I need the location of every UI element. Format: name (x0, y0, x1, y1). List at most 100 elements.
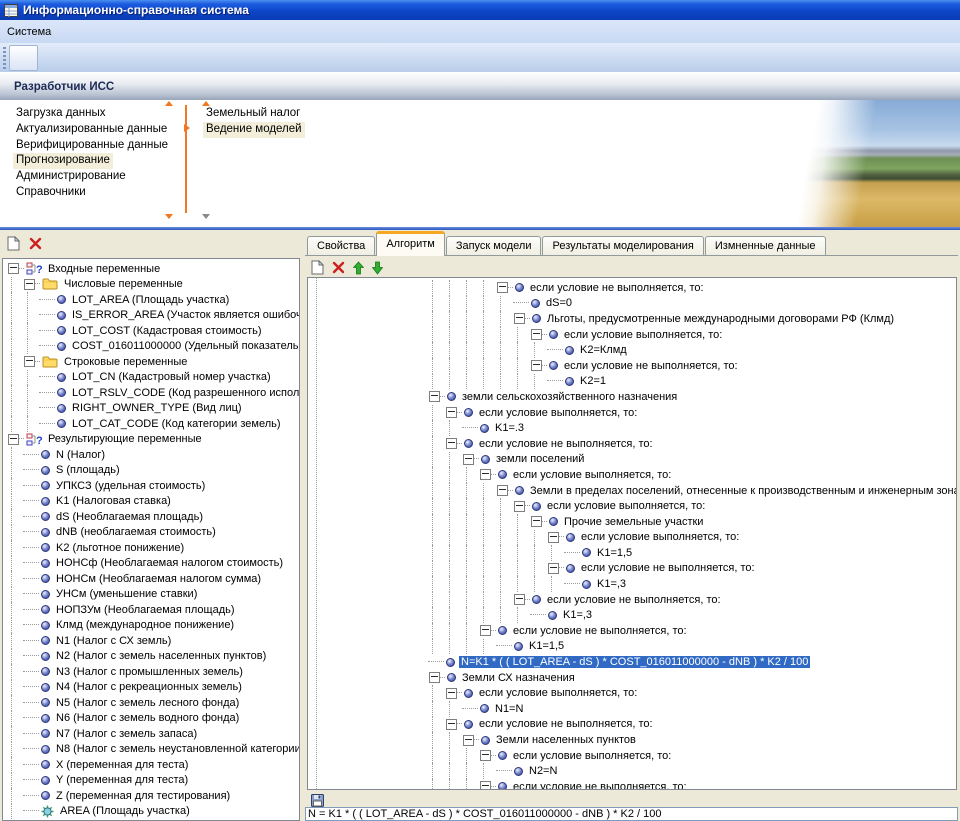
expand-collapse-box[interactable] (514, 501, 525, 512)
expand-collapse-box[interactable] (514, 594, 525, 605)
algorithm-tree-node[interactable]: если условие выполняется, то: (428, 530, 956, 546)
toolbar-grip[interactable] (3, 47, 6, 69)
menu-system[interactable]: Система (0, 24, 58, 40)
variable-tree-node[interactable]: N3 (Налог с промышленных земель) (7, 664, 299, 680)
algorithm-tree-node[interactable]: Земли в пределах поселений, отнесенные к… (428, 483, 956, 499)
new-item-icon[interactable] (7, 236, 20, 251)
variable-tree-node[interactable]: N1 (Налог с СХ земль) (7, 633, 299, 649)
expand-collapse-box[interactable] (514, 313, 525, 324)
expand-collapse-box[interactable] (480, 625, 491, 636)
tab-item[interactable]: Запуск модели (446, 236, 542, 256)
algorithm-tree-node[interactable]: если условие выполняется, то: (428, 498, 956, 514)
nav-item[interactable]: Земельный налог (203, 106, 303, 122)
variable-tree-node[interactable]: LOT_CAT_CODE (Код категории земель) (7, 416, 299, 432)
expand-collapse-box[interactable] (8, 434, 19, 445)
tab-item[interactable]: Измненные данные (705, 236, 826, 256)
variable-tree-node[interactable]: Числовые переменные (7, 277, 299, 293)
variable-tree-node[interactable]: N (Налог) (7, 447, 299, 463)
algorithm-tree-node[interactable]: K2=Клмд (428, 342, 956, 358)
expand-collapse-box[interactable] (463, 735, 474, 746)
variable-tree-node[interactable]: УНСм (уменьшение ставки) (7, 587, 299, 603)
variable-tree-node[interactable]: S (площадь) (7, 463, 299, 479)
nav-item[interactable]: Актуализированные данные (13, 122, 170, 138)
algorithm-tree-node[interactable]: K1=1,5 (428, 639, 956, 655)
algorithm-tree-node[interactable]: N2=N (428, 763, 956, 779)
variable-tree-node[interactable]: НОПЗУм (Необлагаемая площадь) (7, 602, 299, 618)
variable-tree-node[interactable]: ?Входные переменные (7, 261, 299, 277)
algorithm-tree-node[interactable]: N1=N (428, 701, 956, 717)
variable-tree-node[interactable]: IS_ERROR_AREA (Участок является ошибочны… (7, 308, 299, 324)
algorithm-tree-node[interactable]: Земли населенных пунктов (428, 732, 956, 748)
variable-tree-node[interactable]: LOT_CN (Кадастровый номер участка) (7, 370, 299, 386)
variable-tree-node[interactable]: НОНСм (Необлагаемая налогом сумма) (7, 571, 299, 587)
algorithm-tree-node[interactable]: если условие не выполняется, то: (428, 623, 956, 639)
scroll-down-icon[interactable] (202, 214, 210, 219)
variable-tree-node[interactable]: RIGHT_OWNER_TYPE (Вид лиц) (7, 401, 299, 417)
expand-collapse-box[interactable] (480, 750, 491, 761)
variable-tree-node[interactable]: K1 (Налоговая ставка) (7, 494, 299, 510)
variable-tree-node[interactable]: N2 (Налог с земель населенных пунктов) (7, 649, 299, 665)
variable-tree-node[interactable]: N8 (Налог с земель неустановленной катег… (7, 742, 299, 758)
algorithm-tree-node[interactable]: если условие выполняется, то: (428, 748, 956, 764)
tab-item[interactable]: Результаты моделирования (542, 236, 703, 256)
algorithm-tree-node[interactable]: если условие не выполняется, то: (428, 358, 956, 374)
algorithm-tree-node[interactable]: Льготы, предусмотренные международными д… (428, 311, 956, 327)
variable-tree-node[interactable]: K2 (льготное понижение) (7, 540, 299, 556)
variable-tree-node[interactable]: Y (переменная для теста) (7, 773, 299, 789)
algorithm-tree-node[interactable]: если условие не выполняется, то: (428, 280, 956, 296)
toolbar-button[interactable] (9, 45, 38, 71)
algorithm-tree-node[interactable]: земли сельскохозяйственного назначения (428, 389, 956, 405)
tab-item[interactable]: Свойства (307, 236, 375, 256)
expand-collapse-box[interactable] (446, 407, 457, 418)
algorithm-tree-node[interactable]: Прочие земельные участки (428, 514, 956, 530)
variable-tree-node[interactable]: COST_016011000000 (Удельный показатель с… (7, 339, 299, 355)
expand-collapse-box[interactable] (548, 563, 559, 574)
algorithm-tree-node[interactable]: K1=,3 (428, 607, 956, 623)
variable-tree-node[interactable]: НОНСф (Необлагаемая налогом стоимость) (7, 556, 299, 572)
variable-tree-node[interactable]: N6 (Налог с земель водного фонда) (7, 711, 299, 727)
expand-collapse-box[interactable] (8, 263, 19, 274)
nav-item[interactable]: Справочники (13, 185, 89, 201)
variable-tree-node[interactable]: УПКСЗ (удельная стоимость) (7, 478, 299, 494)
expand-collapse-box[interactable] (548, 532, 559, 543)
variable-tree-node[interactable]: dNB (необлагаемая стоимость) (7, 525, 299, 541)
algorithm-tree-node[interactable]: если условие не выполняется, то: (428, 592, 956, 608)
algorithm-tree-node[interactable]: если условие выполняется, то: (428, 685, 956, 701)
scroll-up-icon[interactable] (165, 101, 173, 106)
scroll-down-icon[interactable] (165, 214, 173, 219)
variable-tree-node[interactable]: N7 (Налог с земель запаса) (7, 726, 299, 742)
algorithm-tree-node[interactable]: Земли СХ назначения (428, 670, 956, 686)
algorithm-tree-node[interactable]: K2=1 (428, 374, 956, 390)
variable-tree-node[interactable]: dS (Необлагаемая площадь) (7, 509, 299, 525)
expand-collapse-box[interactable] (531, 329, 542, 340)
algorithm-tree-node[interactable]: K1=1,5 (428, 545, 956, 561)
variable-tree-node[interactable]: X (переменная для теста) (7, 757, 299, 773)
variable-tree-node[interactable]: LOT_COST (Кадастровая стоимость) (7, 323, 299, 339)
new-item-icon[interactable] (311, 260, 324, 275)
expand-collapse-box[interactable] (463, 454, 474, 465)
algorithm-tree-node[interactable]: если условие выполняется, то: (428, 467, 956, 483)
move-up-icon[interactable] (353, 261, 364, 275)
nav-item[interactable]: Администрирование (13, 169, 129, 185)
nav-item[interactable]: Верифицированные данные (13, 138, 171, 154)
algorithm-tree-node[interactable]: N=K1 * ( ( LOT_AREA - dS ) * COST_016011… (428, 654, 956, 670)
algorithm-tree-node[interactable]: если условие не выполняется, то: (428, 779, 956, 790)
expand-collapse-box[interactable] (446, 438, 457, 449)
algorithm-tree-node[interactable]: если условие не выполняется, то: (428, 561, 956, 577)
expand-collapse-box[interactable] (497, 282, 508, 293)
algorithm-tree-node[interactable]: земли поселений (428, 452, 956, 468)
algorithm-tree-node[interactable]: если условие выполняется, то: (428, 405, 956, 421)
algorithm-tree-node[interactable]: если условие не выполняется, то: (428, 717, 956, 733)
variable-tree-node[interactable]: N4 (Налог с рекреационных земель) (7, 680, 299, 696)
variable-tree-node[interactable]: N5 (Налог с земель лесного фонда) (7, 695, 299, 711)
delete-icon[interactable] (332, 261, 345, 274)
variable-tree-node[interactable]: LOT_RSLV_CODE (Код разрешенного использо… (7, 385, 299, 401)
algorithm-tree-node[interactable]: K1=.3 (428, 420, 956, 436)
expand-collapse-box[interactable] (24, 279, 35, 290)
expand-collapse-box[interactable] (480, 781, 491, 790)
expand-collapse-box[interactable] (446, 719, 457, 730)
variable-tree-node[interactable]: AREA (Площадь участка) (7, 804, 299, 820)
variable-tree-node[interactable]: Z (переменная для тестирования) (7, 788, 299, 804)
expand-collapse-box[interactable] (531, 360, 542, 371)
expand-collapse-box[interactable] (24, 356, 35, 367)
